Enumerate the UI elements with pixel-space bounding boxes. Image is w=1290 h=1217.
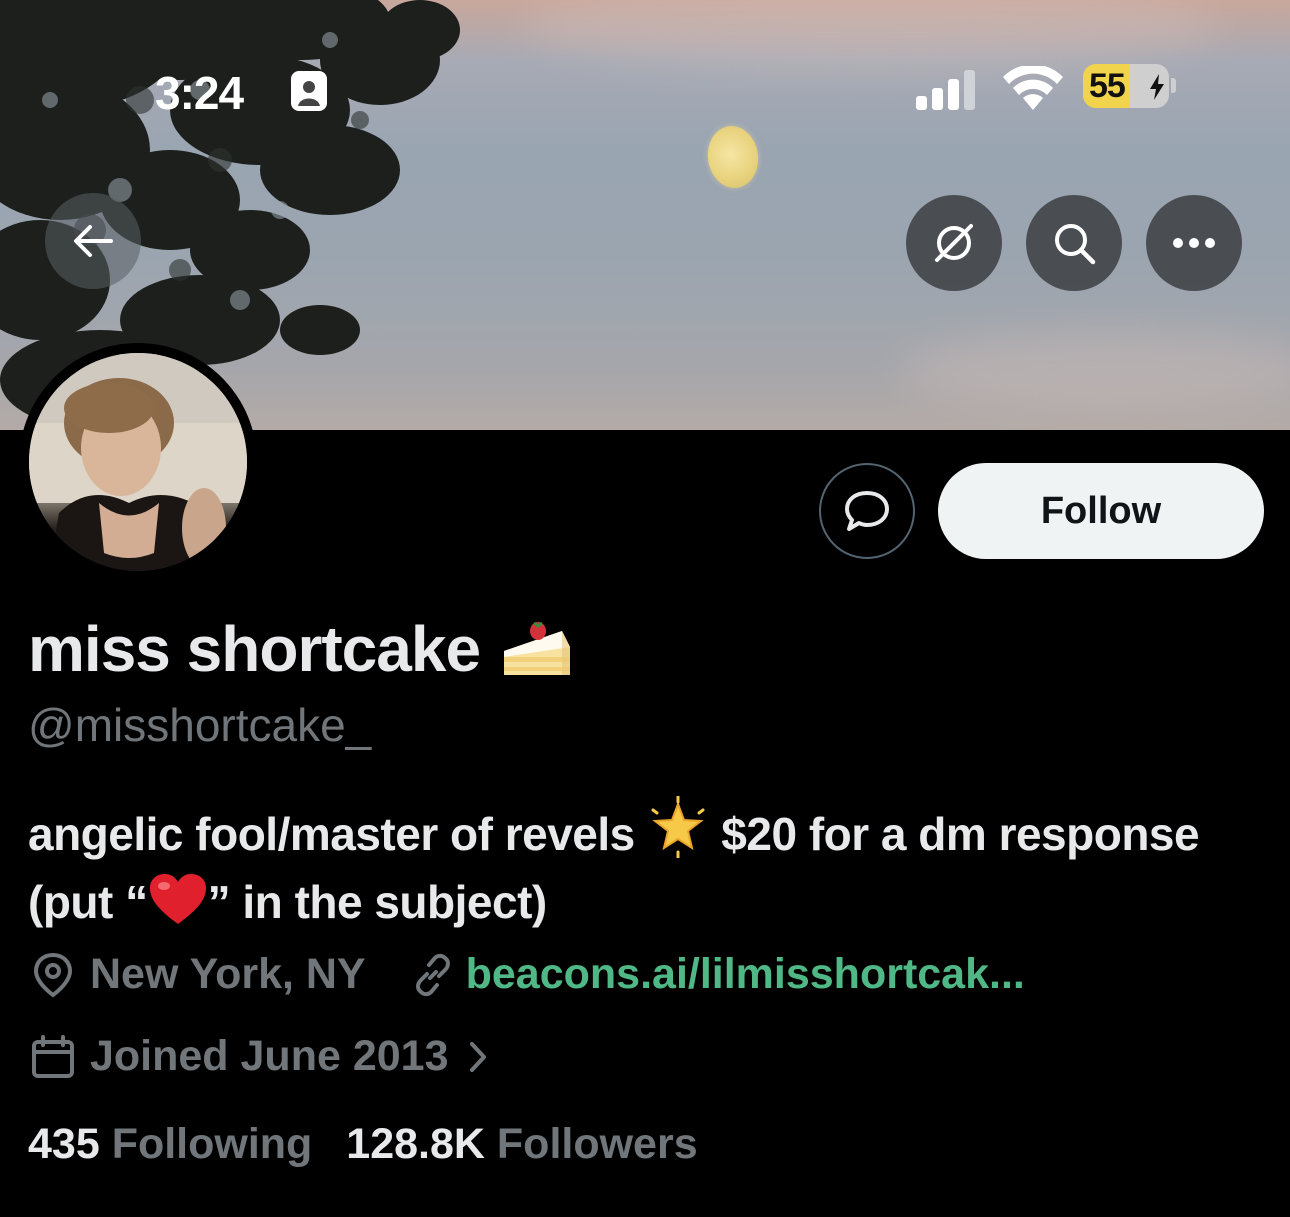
bio-text-1: angelic fool/master of revels [28, 808, 635, 860]
following-stat[interactable]: 435 Following [28, 1120, 324, 1168]
followers-label: Followers [496, 1120, 698, 1168]
profile-meta-row: New York, NY beacons.ai/lilmisshortcak..… [30, 950, 1025, 999]
bio-text-3: ” in the subject) [207, 876, 548, 928]
status-time: 3:24 [155, 67, 244, 119]
joined-date: Joined June 2013 [90, 1032, 449, 1080]
link-icon [415, 953, 450, 996]
more-icon [1173, 238, 1215, 248]
wifi-icon [1003, 66, 1063, 110]
battery-level: 55 [1089, 67, 1126, 105]
calendar-icon [32, 1034, 74, 1078]
display-name: miss shortcake [28, 612, 574, 686]
translate-toggle-button[interactable] [906, 195, 1002, 291]
follow-button[interactable]: Follow [938, 463, 1264, 559]
profile-avatar[interactable] [19, 343, 257, 581]
chevron-right-icon [469, 1041, 486, 1072]
no-translate-icon [935, 224, 973, 262]
profile-bio: angelic fool/master of revels $20 for a … [28, 796, 1268, 936]
followers-stat[interactable]: 128.8K Followers [346, 1120, 697, 1168]
display-name-text: miss shortcake [28, 613, 481, 685]
follow-stats: 435 Following 128.8K Followers [28, 1120, 698, 1169]
contact-badge-icon [291, 71, 327, 111]
profile-website-link[interactable]: beacons.ai/lilmisshortcak... [466, 950, 1025, 999]
battery-tip [1171, 78, 1176, 93]
joined-row[interactable]: Joined June 2013 [30, 1032, 489, 1081]
more-options-button[interactable] [1146, 195, 1242, 291]
cellular-signal-icon [916, 70, 975, 110]
shortcake-emoji [504, 621, 571, 675]
avatar [29, 353, 247, 571]
message-button[interactable] [819, 463, 915, 559]
arrow-left-icon [74, 225, 113, 257]
following-label: Following [111, 1120, 313, 1168]
search-icon [1055, 224, 1096, 265]
red-heart-emoji [149, 874, 206, 924]
back-button[interactable] [45, 193, 141, 289]
battery-indicator: 55 [1083, 64, 1169, 108]
followers-count: 128.8K [346, 1120, 485, 1168]
user-handle: @misshortcake_ [28, 699, 372, 751]
profile-location: New York, NY [90, 950, 366, 998]
charging-bolt-icon [1150, 74, 1164, 100]
avatar-photo [29, 353, 247, 571]
glowing-star-emoji [651, 796, 705, 858]
message-icon [845, 491, 889, 531]
search-button[interactable] [1026, 195, 1122, 291]
location-pin-icon [33, 952, 73, 997]
moon-image [703, 122, 763, 192]
following-count: 435 [28, 1120, 100, 1168]
